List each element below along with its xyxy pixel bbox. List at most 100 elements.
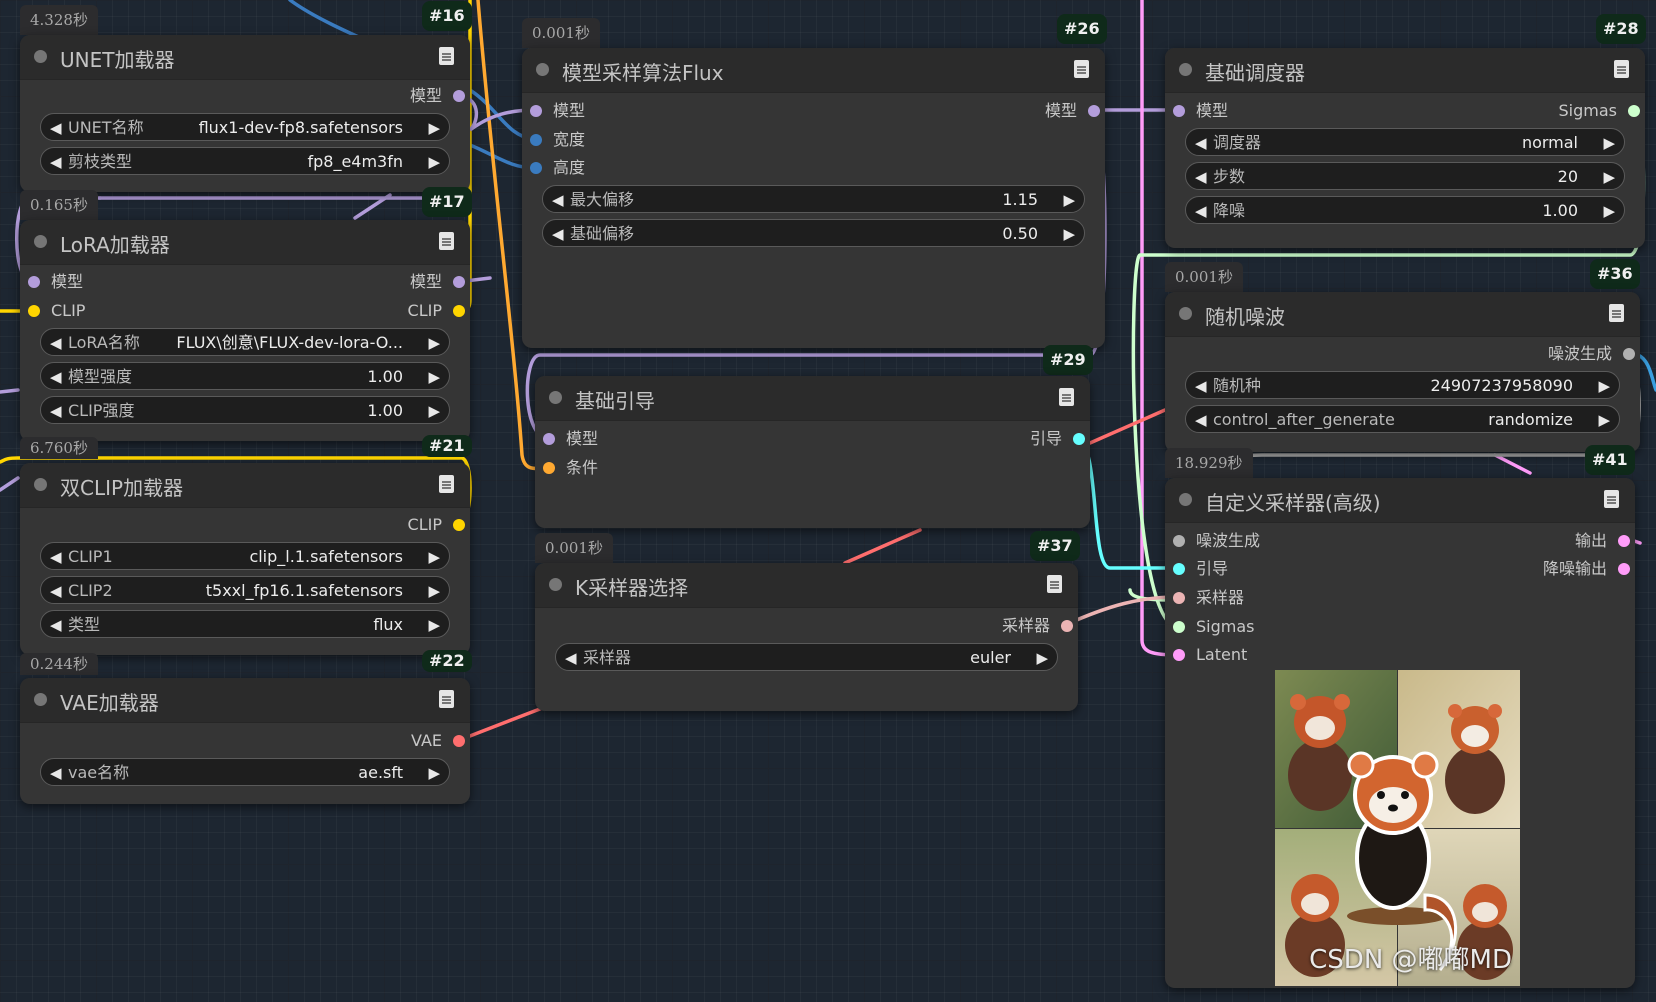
arrow-right-icon[interactable]: ▶ [428, 363, 440, 391]
document-icon[interactable] [1609, 304, 1624, 322]
node-title-bar[interactable]: LoRA加载器 [20, 220, 470, 265]
input-slot-clip[interactable]: CLIP [28, 300, 85, 322]
arrow-right-icon[interactable]: ▶ [428, 114, 440, 142]
widget-sampler-name[interactable]: ◀ 采样器 euler ▶ [555, 643, 1058, 671]
node-model-sampling-flux[interactable]: 模型采样算法Flux 模型 模型 宽度 高度 ◀ 最大偏移 1.15 ▶ ◀ 基… [522, 48, 1105, 348]
output-slot-clip[interactable]: CLIP [408, 514, 465, 536]
collapse-dot[interactable] [1179, 307, 1192, 320]
slot-dot[interactable] [1623, 348, 1635, 360]
slot-dot[interactable] [1173, 563, 1185, 575]
output-slot-denoised-output[interactable]: 降噪输出 [1543, 558, 1630, 580]
preview-image[interactable]: CSDN @嘟嘟MD [1275, 670, 1520, 986]
arrow-right-icon[interactable]: ▶ [428, 148, 440, 176]
node-title-bar[interactable]: K采样器选择 [535, 563, 1078, 608]
arrow-right-icon[interactable]: ▶ [1063, 186, 1075, 214]
node-vae-loader[interactable]: VAE加载器 VAE ◀ vae名称 ae.sft ▶ [20, 678, 470, 804]
widget-max-shift[interactable]: ◀ 最大偏移 1.15 ▶ [542, 185, 1085, 213]
widget-clip2[interactable]: ◀ CLIP2 t5xxl_fp16.1.safetensors ▶ [40, 576, 450, 604]
collapse-dot[interactable] [536, 63, 549, 76]
slot-dot[interactable] [530, 162, 542, 174]
collapse-dot[interactable] [34, 693, 47, 706]
output-slot-noise[interactable]: 噪波生成 [1548, 343, 1635, 365]
document-icon[interactable] [1047, 575, 1062, 593]
node-title-bar[interactable]: UNET加载器 [20, 35, 470, 80]
widget-steps[interactable]: ◀ 步数 20 ▶ [1185, 162, 1625, 190]
node-title-bar[interactable]: 随机噪波 [1165, 292, 1640, 337]
collapse-dot[interactable] [34, 235, 47, 248]
node-title-bar[interactable]: 自定义采样器(高级) [1165, 478, 1635, 523]
widget-scheduler[interactable]: ◀ 调度器 normal ▶ [1185, 128, 1625, 156]
output-slot-model[interactable]: 模型 [1045, 100, 1100, 122]
widget-weight-dtype[interactable]: ◀ 剪枝类型 fp8_e4m3fn ▶ [40, 147, 450, 175]
widget-unet-name[interactable]: ◀ UNET名称 flux1-dev-fp8.safetensors ▶ [40, 113, 450, 141]
arrow-right-icon[interactable]: ▶ [428, 543, 440, 571]
arrow-right-icon[interactable]: ▶ [1598, 372, 1610, 400]
input-slot-width[interactable]: 宽度 [530, 129, 585, 151]
collapse-dot[interactable] [549, 391, 562, 404]
slot-dot[interactable] [543, 433, 555, 445]
arrow-right-icon[interactable]: ▶ [428, 397, 440, 425]
arrow-left-icon[interactable]: ◀ [50, 759, 62, 787]
arrow-right-icon[interactable]: ▶ [1603, 163, 1615, 191]
widget-clip-type[interactable]: ◀ 类型 flux ▶ [40, 610, 450, 638]
arrow-right-icon[interactable]: ▶ [428, 759, 440, 787]
output-slot-guider[interactable]: 引导 [1030, 428, 1085, 450]
slot-dot[interactable] [1618, 535, 1630, 547]
slot-dot[interactable] [453, 305, 465, 317]
document-icon[interactable] [439, 690, 454, 708]
document-icon[interactable] [1074, 60, 1089, 78]
node-title-bar[interactable]: 基础引导 [535, 376, 1090, 421]
arrow-right-icon[interactable]: ▶ [1036, 644, 1048, 672]
slot-dot[interactable] [28, 276, 40, 288]
collapse-dot[interactable] [34, 50, 47, 63]
node-title-bar[interactable]: 双CLIP加载器 [20, 463, 470, 508]
widget-clip-strength[interactable]: ◀ CLIP强度 1.00 ▶ [40, 396, 450, 424]
document-icon[interactable] [1059, 388, 1074, 406]
widget-denoise[interactable]: ◀ 降噪 1.00 ▶ [1185, 196, 1625, 224]
node-title-bar[interactable]: VAE加载器 [20, 678, 470, 723]
arrow-right-icon[interactable]: ▶ [428, 329, 440, 357]
input-slot-model[interactable]: 模型 [28, 271, 83, 293]
arrow-left-icon[interactable]: ◀ [565, 644, 577, 672]
arrow-left-icon[interactable]: ◀ [50, 543, 62, 571]
input-slot-sigmas[interactable]: Sigmas [1173, 616, 1254, 638]
arrow-left-icon[interactable]: ◀ [50, 148, 62, 176]
widget-lora-name[interactable]: ◀ LoRA名称 FLUX\创意\FLUX-dev-lora-O... ▶ [40, 328, 450, 356]
slot-dot[interactable] [543, 462, 555, 474]
output-slot-vae[interactable]: VAE [411, 730, 465, 752]
node-dual-clip-loader[interactable]: 双CLIP加载器 CLIP ◀ CLIP1 clip_l.1.safetenso… [20, 463, 470, 655]
output-slot-output[interactable]: 输出 [1575, 530, 1630, 552]
input-slot-model[interactable]: 模型 [530, 100, 585, 122]
slot-dot[interactable] [530, 105, 542, 117]
output-slot-sigmas[interactable]: Sigmas [1559, 100, 1640, 122]
output-slot-model[interactable]: 模型 [410, 271, 465, 293]
slot-dot[interactable] [453, 735, 465, 747]
arrow-left-icon[interactable]: ◀ [1195, 197, 1207, 225]
node-basic-guider[interactable]: 基础引导 模型 引导 条件 [535, 376, 1090, 528]
slot-dot[interactable] [1173, 105, 1185, 117]
arrow-left-icon[interactable]: ◀ [50, 114, 62, 142]
slot-dot[interactable] [1173, 649, 1185, 661]
arrow-left-icon[interactable]: ◀ [50, 397, 62, 425]
collapse-dot[interactable] [34, 478, 47, 491]
document-icon[interactable] [439, 475, 454, 493]
collapse-dot[interactable] [1179, 63, 1192, 76]
arrow-left-icon[interactable]: ◀ [1195, 406, 1207, 434]
input-slot-conditioning[interactable]: 条件 [543, 457, 598, 479]
input-slot-sampler[interactable]: 采样器 [1173, 587, 1244, 609]
input-slot-height[interactable]: 高度 [530, 157, 585, 179]
slot-dot[interactable] [1628, 105, 1640, 117]
slot-dot[interactable] [453, 519, 465, 531]
arrow-right-icon[interactable]: ▶ [428, 611, 440, 639]
arrow-left-icon[interactable]: ◀ [1195, 372, 1207, 400]
arrow-left-icon[interactable]: ◀ [552, 186, 564, 214]
document-icon[interactable] [1604, 490, 1619, 508]
arrow-left-icon[interactable]: ◀ [50, 611, 62, 639]
input-slot-model[interactable]: 模型 [1173, 100, 1228, 122]
collapse-dot[interactable] [1179, 493, 1192, 506]
arrow-right-icon[interactable]: ▶ [1603, 197, 1615, 225]
widget-clip1[interactable]: ◀ CLIP1 clip_l.1.safetensors ▶ [40, 542, 450, 570]
output-slot-model[interactable]: 模型 [410, 85, 465, 107]
input-slot-model[interactable]: 模型 [543, 428, 598, 450]
slot-dot[interactable] [28, 305, 40, 317]
